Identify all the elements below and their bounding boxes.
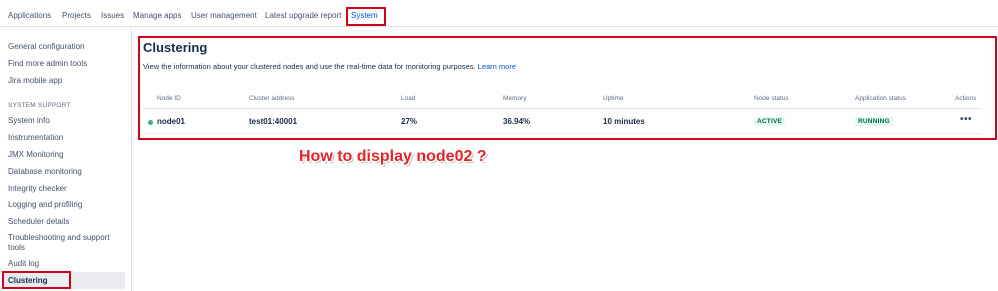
table-header-divider <box>143 108 981 109</box>
cell-load: 27% <box>401 117 418 126</box>
column-header-load: Load <box>401 95 416 102</box>
sidebar-item-instrumentation[interactable]: Instrumentation <box>8 133 63 143</box>
learn-more-link[interactable]: Learn more <box>478 62 516 71</box>
sidebar-item-scheduler-details[interactable]: Scheduler details <box>8 217 69 227</box>
column-header-cluster-address: Cluster address <box>249 95 295 102</box>
cell-cluster-address: test01:40001 <box>249 117 298 126</box>
table-row-divider <box>143 133 981 134</box>
sidebar-item-logging-and-profiling[interactable]: Logging and profiling <box>8 200 82 210</box>
sidebar-item-jmx-monitoring[interactable]: JMX Monitoring <box>8 150 64 160</box>
cell-uptime: 10 minutes <box>603 117 645 126</box>
annotation-text: How to display node02 ? <box>299 148 487 165</box>
column-header-node-id: Node ID <box>157 95 181 102</box>
page-description: View the information about your clustere… <box>143 62 516 71</box>
column-header-actions: Actions <box>955 95 977 102</box>
sidebar-item-jira-mobile-app[interactable]: Jira mobile app <box>8 76 62 86</box>
page-title: Clustering <box>143 40 208 55</box>
cell-memory: 36.94% <box>503 117 531 126</box>
column-header-node-status: Node status <box>754 95 789 102</box>
sidebar-item-troubleshooting-and-support-tools[interactable]: Troubleshooting and support tools <box>8 233 126 253</box>
sidebar-item-find-more-admin-tools[interactable]: Find more admin tools <box>8 59 87 69</box>
sidebar-item-audit-log[interactable]: Audit log <box>8 259 39 269</box>
column-header-application-status: Application status <box>855 95 906 102</box>
sidebar-item-database-monitoring[interactable]: Database monitoring <box>8 167 82 177</box>
cell-node-id: node01 <box>157 117 186 126</box>
more-actions-button[interactable]: ••• <box>960 114 972 125</box>
column-header-uptime: Uptime <box>603 95 624 102</box>
highlight-box-system-tab <box>346 7 386 26</box>
node-status-badge: ACTIVE <box>754 117 786 126</box>
highlight-box-clustering <box>2 271 71 289</box>
sidebar-item-integrity-checker[interactable]: Integrity checker <box>8 184 67 194</box>
column-header-memory: Memory <box>503 95 527 102</box>
tab-projects[interactable]: Projects <box>62 9 91 22</box>
tab-manage-apps[interactable]: Manage apps <box>133 9 181 22</box>
tab-applications[interactable]: Applications <box>8 9 51 22</box>
top-navigation: Applications Projects Issues Manage apps… <box>0 0 998 27</box>
description-text: View the information about your clustere… <box>143 62 476 71</box>
tab-latest-upgrade-report[interactable]: Latest upgrade report <box>265 9 342 22</box>
sidebar-item-general-configuration[interactable]: General configuration <box>8 42 85 52</box>
tab-user-management[interactable]: User management <box>191 9 257 22</box>
application-status-badge: RUNNING <box>855 117 893 126</box>
node-online-indicator <box>148 120 153 125</box>
sidebar-section-heading: SYSTEM SUPPORT <box>8 102 71 109</box>
sidebar-item-system-info[interactable]: System info <box>8 116 50 126</box>
tab-issues[interactable]: Issues <box>101 9 124 22</box>
